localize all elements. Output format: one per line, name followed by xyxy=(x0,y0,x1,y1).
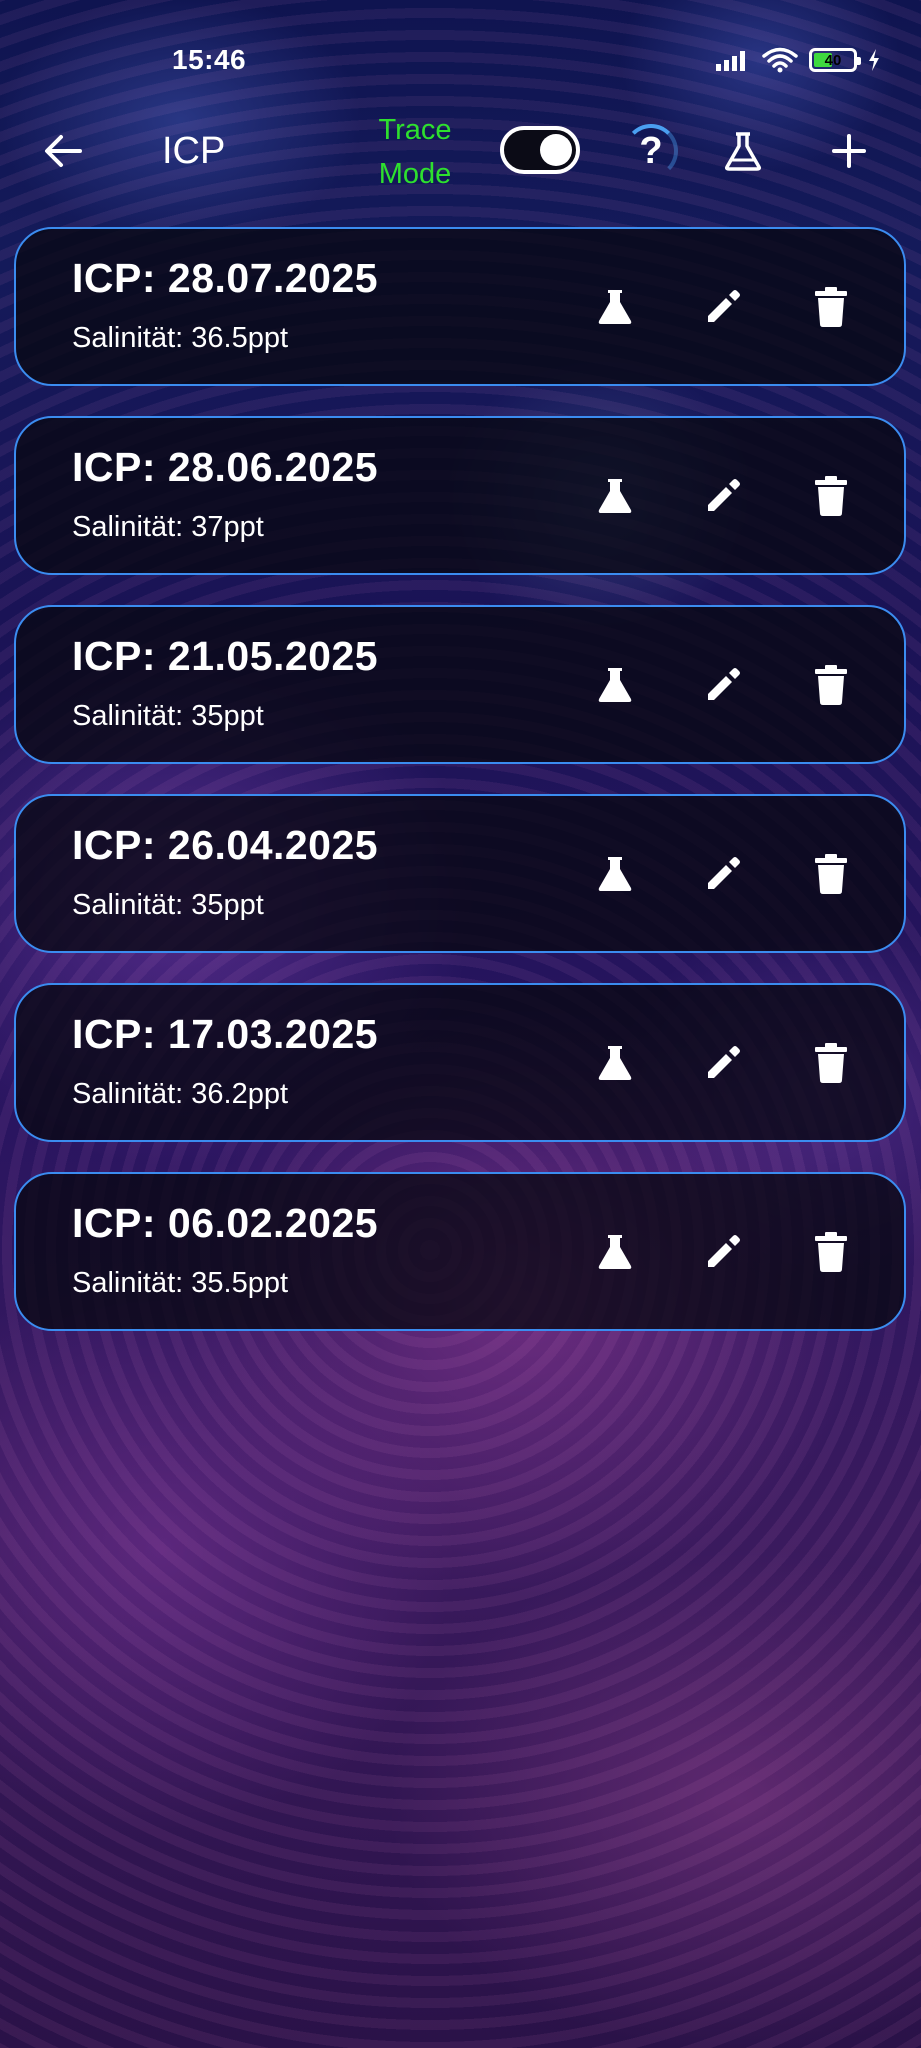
entry-salinity: Salinität: 35ppt xyxy=(72,889,264,921)
entry-salinity: Salinität: 36.5ppt xyxy=(72,322,289,354)
delete-button[interactable] xyxy=(808,851,854,897)
charging-icon xyxy=(867,48,881,72)
wifi-icon xyxy=(761,46,799,74)
icp-entry-card[interactable]: ICP: 17.03.2025 Salinität: 36.2ppt xyxy=(14,983,906,1142)
page-title: ICP xyxy=(162,130,226,172)
view-test-button[interactable] xyxy=(592,1229,638,1275)
view-test-button[interactable] xyxy=(592,851,638,897)
edit-button[interactable] xyxy=(700,1040,746,1086)
entry-title: ICP: 28.07.2025 xyxy=(72,255,379,301)
icp-entry-card[interactable]: ICP: 26.04.2025 Salinität: 35ppt xyxy=(14,794,906,953)
edit-button[interactable] xyxy=(700,1229,746,1275)
entry-title: ICP: 21.05.2025 xyxy=(72,633,379,679)
entry-salinity: Salinität: 36.2ppt xyxy=(72,1078,289,1110)
edit-button[interactable] xyxy=(700,284,746,330)
flask-icon xyxy=(595,1043,635,1083)
view-test-button[interactable] xyxy=(592,662,638,708)
edit-icon xyxy=(702,664,744,706)
view-test-button[interactable] xyxy=(592,473,638,519)
edit-icon xyxy=(702,475,744,517)
trash-icon xyxy=(814,1042,848,1084)
view-test-button[interactable] xyxy=(592,1040,638,1086)
trash-icon xyxy=(814,664,848,706)
icp-entry-list: ICP: 28.07.2025 Salinität: 36.5ppt ICP: … xyxy=(14,227,906,1361)
entry-actions xyxy=(592,1229,854,1275)
edit-icon xyxy=(702,1042,744,1084)
edit-button[interactable] xyxy=(700,662,746,708)
trash-icon xyxy=(814,853,848,895)
flask-icon xyxy=(595,1232,635,1272)
icp-entry-card[interactable]: ICP: 28.06.2025 Salinität: 37ppt xyxy=(14,416,906,575)
edit-button[interactable] xyxy=(700,473,746,519)
entry-actions xyxy=(592,851,854,897)
test-flask-button[interactable] xyxy=(716,124,770,178)
trash-icon xyxy=(814,475,848,517)
edit-button[interactable] xyxy=(700,851,746,897)
delete-button[interactable] xyxy=(808,1040,854,1086)
icp-entry-card[interactable]: ICP: 28.07.2025 Salinität: 36.5ppt xyxy=(14,227,906,386)
toggle-knob xyxy=(540,134,572,166)
arrow-left-icon xyxy=(43,133,83,169)
trace-mode-label-line2: Mode xyxy=(378,158,452,190)
entry-actions xyxy=(592,473,854,519)
trash-icon xyxy=(814,1231,848,1273)
entry-title: ICP: 06.02.2025 xyxy=(72,1200,379,1246)
flask-icon xyxy=(595,476,635,516)
flask-icon xyxy=(595,665,635,705)
delete-button[interactable] xyxy=(808,473,854,519)
back-button[interactable] xyxy=(38,126,88,176)
trace-mode-label-line1: Trace xyxy=(378,114,452,146)
flask-icon xyxy=(595,854,635,894)
icp-entry-card[interactable]: ICP: 21.05.2025 Salinität: 35ppt xyxy=(14,605,906,764)
entry-title: ICP: 26.04.2025 xyxy=(72,822,379,868)
app-bar: ICP Trace Mode ? xyxy=(0,100,921,205)
edit-icon xyxy=(702,853,744,895)
plus-icon xyxy=(831,133,867,169)
entry-salinity: Salinität: 35ppt xyxy=(72,700,264,732)
status-icons: 40 xyxy=(715,46,881,74)
flask-outline-icon xyxy=(722,130,764,172)
add-button[interactable] xyxy=(822,124,876,178)
edit-icon xyxy=(702,1231,744,1273)
delete-button[interactable] xyxy=(808,284,854,330)
entry-actions xyxy=(592,662,854,708)
entry-title: ICP: 17.03.2025 xyxy=(72,1011,379,1057)
entry-actions xyxy=(592,1040,854,1086)
icp-entry-card[interactable]: ICP: 06.02.2025 Salinität: 35.5ppt xyxy=(14,1172,906,1331)
battery-level: 40 xyxy=(824,51,842,69)
view-test-button[interactable] xyxy=(592,284,638,330)
edit-icon xyxy=(702,286,744,328)
help-button[interactable]: ? xyxy=(620,120,682,182)
trash-icon xyxy=(814,286,848,328)
entry-actions xyxy=(592,284,854,330)
delete-button[interactable] xyxy=(808,1229,854,1275)
entry-salinity: Salinität: 37ppt xyxy=(72,511,264,543)
delete-button[interactable] xyxy=(808,662,854,708)
flask-icon xyxy=(595,287,635,327)
status-bar: 15:46 40 xyxy=(0,0,921,110)
trace-mode-toggle[interactable] xyxy=(500,126,580,174)
battery-icon: 40 xyxy=(809,48,861,72)
entry-salinity: Salinität: 35.5ppt xyxy=(72,1267,289,1299)
entry-title: ICP: 28.06.2025 xyxy=(72,444,379,490)
status-time: 15:46 xyxy=(172,44,247,75)
signal-icon xyxy=(715,48,751,72)
trace-mode-label: Trace Mode xyxy=(375,108,455,196)
question-mark-icon: ? xyxy=(639,129,663,172)
